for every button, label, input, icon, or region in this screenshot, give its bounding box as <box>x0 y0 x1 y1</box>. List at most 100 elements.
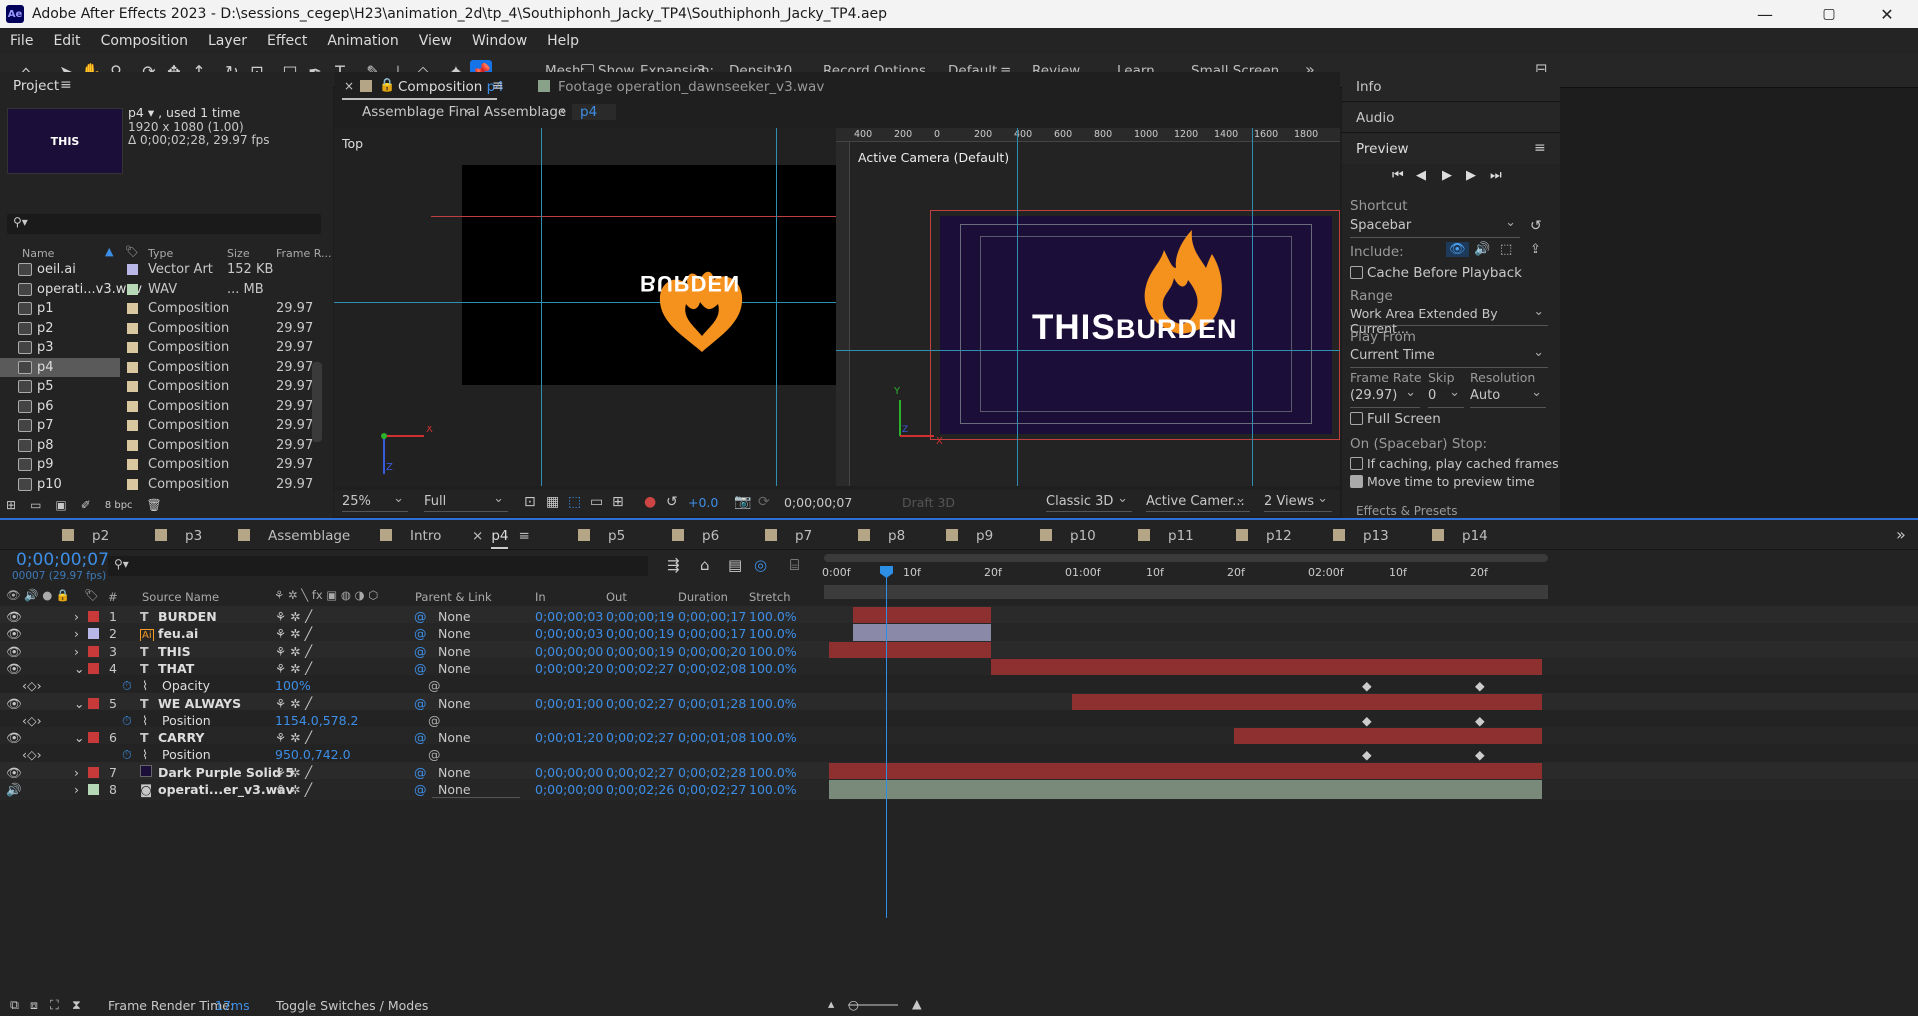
panel-menu-icon[interactable]: ≡ <box>518 528 529 544</box>
project-search-input[interactable]: ⚲▾ <box>7 214 321 234</box>
time-navigator[interactable] <box>824 554 1548 562</box>
expand-chevron-icon[interactable]: › <box>74 782 79 797</box>
time-ruler[interactable]: 0:00f 10f 20f 01:00f 10f 20f 02:00f 10f 20f <box>822 550 1918 606</box>
property-value[interactable]: 1154.0,578.2 <box>275 713 359 728</box>
maximize-button[interactable]: ▢ <box>1806 0 1852 28</box>
shy-switch-icon[interactable]: ⚘ ✲ ╱ <box>275 730 312 745</box>
layer-name[interactable]: BURDEN <box>158 609 217 624</box>
shy-switch-icon[interactable]: ⚘ ✲ ╱ <box>275 765 312 780</box>
project-item[interactable]: p3 Composition 29.97 <box>0 338 313 357</box>
layer-out-point[interactable]: 0;00;00;19 <box>606 644 674 659</box>
keyframe-icon[interactable]: ◆ <box>1362 678 1372 693</box>
close-button[interactable]: ✕ <box>1864 0 1910 28</box>
zoom-out-icon[interactable]: ▴ <box>828 996 834 1011</box>
layer-in-point[interactable]: 0;00;00;00 <box>535 644 603 659</box>
expand-chevron-icon[interactable]: › <box>74 765 79 780</box>
tab-p3[interactable]: p3 <box>155 528 202 544</box>
layer-name[interactable]: feu.ai <box>158 626 198 641</box>
shy-switch-icon[interactable]: ⚘ ✲ ╱ <box>275 644 312 659</box>
breadcrumb-item[interactable]: Assemblage <box>484 104 566 120</box>
transparency-grid-icon[interactable]: ▦ <box>546 494 559 510</box>
layer-stretch[interactable]: 100.0% <box>749 730 797 745</box>
move-time-checkbox[interactable]: Move time to preview time <box>1350 474 1535 489</box>
item-label-swatch[interactable] <box>127 420 138 431</box>
graph-editor-icon[interactable]: ⌸ <box>790 556 799 574</box>
draft-3d-button[interactable]: Draft 3D <box>902 495 955 510</box>
expand-chevron-icon[interactable]: ⌄ <box>74 696 84 711</box>
item-label-swatch[interactable] <box>127 322 138 334</box>
resolution-dropdown[interactable]: Full <box>424 491 508 512</box>
panel-menu-icon[interactable]: ≡ <box>492 78 504 94</box>
pickwhip-icon[interactable]: @ <box>428 678 441 693</box>
pickwhip-icon[interactable]: @ <box>414 765 427 780</box>
pickwhip-icon[interactable]: @ <box>428 713 441 728</box>
resolution-dropdown[interactable]: Auto <box>1470 385 1546 408</box>
layer-stretch[interactable]: 100.0% <box>749 626 797 641</box>
draft-3d-icon[interactable]: ⌂ <box>700 556 710 574</box>
work-area-bar[interactable] <box>824 585 1548 599</box>
project-item[interactable]: p5 Composition 29.97 <box>0 377 313 396</box>
include-external-icon[interactable]: ⇪ <box>1530 242 1541 257</box>
layer-out-point[interactable]: 0;00;02;27 <box>606 661 674 676</box>
shy-switch-icon[interactable]: ⚘ ✲ ╱ <box>275 696 312 711</box>
project-item[interactable]: oeil.ai Vector Art 152 KB <box>0 260 312 279</box>
layer-label-swatch[interactable] <box>88 662 99 674</box>
layer-duration[interactable]: 0;00;00;17 <box>678 626 746 641</box>
layer-in-point[interactable]: 0;00;01;00 <box>535 696 603 711</box>
panel-menu-icon[interactable]: ≡ <box>60 77 72 93</box>
project-item[interactable]: p8 Composition 29.97 <box>0 436 313 455</box>
viewer-left-top[interactable]: Top BURDEN X Z <box>334 128 836 486</box>
close-tab-icon[interactable]: × <box>344 79 354 93</box>
menu-layer[interactable]: Layer <box>208 33 247 49</box>
tab-footage[interactable]: Footage operation_dawnseeker_v3.wav <box>558 79 824 95</box>
col-out[interactable]: Out <box>606 590 627 604</box>
layer-name[interactable]: THIS <box>158 644 191 659</box>
layer-switches-icon[interactable]: ⧉ <box>10 997 19 1013</box>
pickwhip-icon[interactable]: @ <box>428 747 441 762</box>
tab-composition[interactable]: Composition p4 <box>398 79 504 95</box>
shy-switch-icon[interactable]: ⚘ ✲ ╱ <box>275 626 312 641</box>
viewer-right-camera[interactable]: 400 200 0 200 400 600 800 1000 1200 1400 1600 1800 … <box>836 128 1340 486</box>
transfer-controls-icon[interactable]: ⧈ <box>30 997 38 1013</box>
layer-in-point[interactable]: 0;00;00;03 <box>535 609 603 624</box>
project-item[interactable]: p10 Composition 29.97 <box>0 475 313 494</box>
expand-chevron-icon[interactable]: ⌄ <box>74 730 84 745</box>
layer-label-swatch[interactable] <box>88 732 99 744</box>
shortcut-dropdown[interactable]: Spacebar <box>1350 215 1520 238</box>
layer-out-point[interactable]: 0;00;02;26 <box>606 782 674 797</box>
new-comp-icon[interactable]: ▣ <box>55 498 66 512</box>
audio-toggle-icon[interactable]: 🔊 <box>6 782 22 798</box>
new-folder-icon[interactable]: ▭ <box>30 498 41 512</box>
breadcrumb-item[interactable]: Assemblage Final <box>362 104 480 120</box>
layer-label-swatch[interactable] <box>88 766 99 778</box>
show-snapshot-icon[interactable]: ⟳ <box>758 494 770 510</box>
shy-switch-icon[interactable]: ⚘ ✲ ╱ <box>275 782 312 797</box>
menu-edit[interactable]: Edit <box>53 33 80 49</box>
item-label-swatch[interactable] <box>127 478 138 490</box>
frame-blending-icon[interactable]: ▤ <box>728 556 742 574</box>
tab-p2[interactable]: p2 <box>62 528 109 544</box>
include-audio-icon[interactable]: 🔊 <box>1474 242 1490 257</box>
keyframe-icon[interactable]: ◆ <box>1362 747 1372 762</box>
layer-row[interactable]: 🔊 › 8 ◙ operati...er_v3.wav ⚘ ✲ ╱ @ None 0;00;00… <box>0 779 1918 800</box>
tab-assemblage[interactable]: Assemblage <box>238 528 350 544</box>
expand-chevron-icon[interactable]: › <box>74 609 79 624</box>
include-video-icon[interactable]: 👁 <box>1446 242 1469 257</box>
property-value[interactable]: 950.0,742.0 <box>275 747 351 762</box>
layer-label-swatch[interactable] <box>88 628 99 640</box>
layer-out-point[interactable]: 0;00;00;19 <box>606 626 674 641</box>
frame-rate-dropdown[interactable]: (29.97) <box>1350 385 1420 408</box>
bit-depth-button[interactable]: 8 bpc <box>105 500 133 511</box>
project-item[interactable]: p9 Composition 29.97 <box>0 455 313 474</box>
timeline-search-input[interactable]: ⚲▾ <box>108 556 648 576</box>
layer-stretch[interactable]: 100.0% <box>749 782 797 797</box>
col-size[interactable]: Size <box>227 247 250 260</box>
renderer-dropdown[interactable]: Classic 3D <box>1046 491 1132 512</box>
close-tab-icon[interactable]: × <box>472 528 483 544</box>
col-name[interactable]: Name <box>22 247 54 260</box>
project-item[interactable]: p2 Composition 29.97 <box>0 319 313 338</box>
layer-in-point[interactable]: 0;00;01;20 <box>535 730 603 745</box>
layer-name[interactable]: WE ALWAYS <box>158 696 241 711</box>
play-from-dropdown[interactable]: Current Time <box>1350 345 1548 368</box>
layer-name[interactable]: CARRY <box>158 730 204 745</box>
